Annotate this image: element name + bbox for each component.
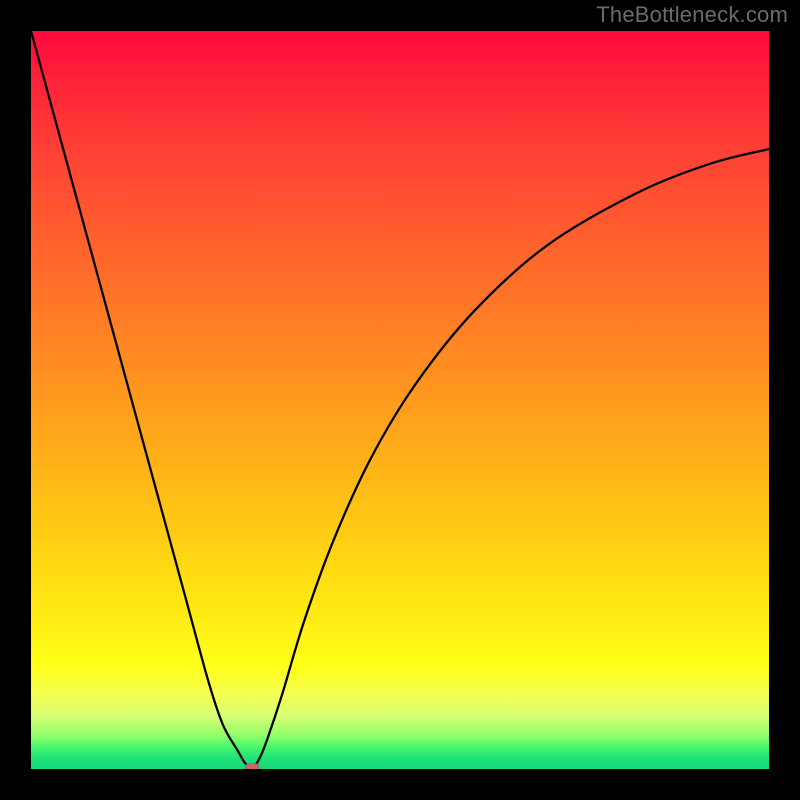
chart-frame: TheBottleneck.com xyxy=(0,0,800,800)
watermark-text: TheBottleneck.com xyxy=(596,2,788,28)
bottleneck-curve xyxy=(31,31,769,769)
plot-area xyxy=(31,31,769,769)
optimal-point-marker xyxy=(245,763,259,769)
curve-path xyxy=(31,31,769,768)
